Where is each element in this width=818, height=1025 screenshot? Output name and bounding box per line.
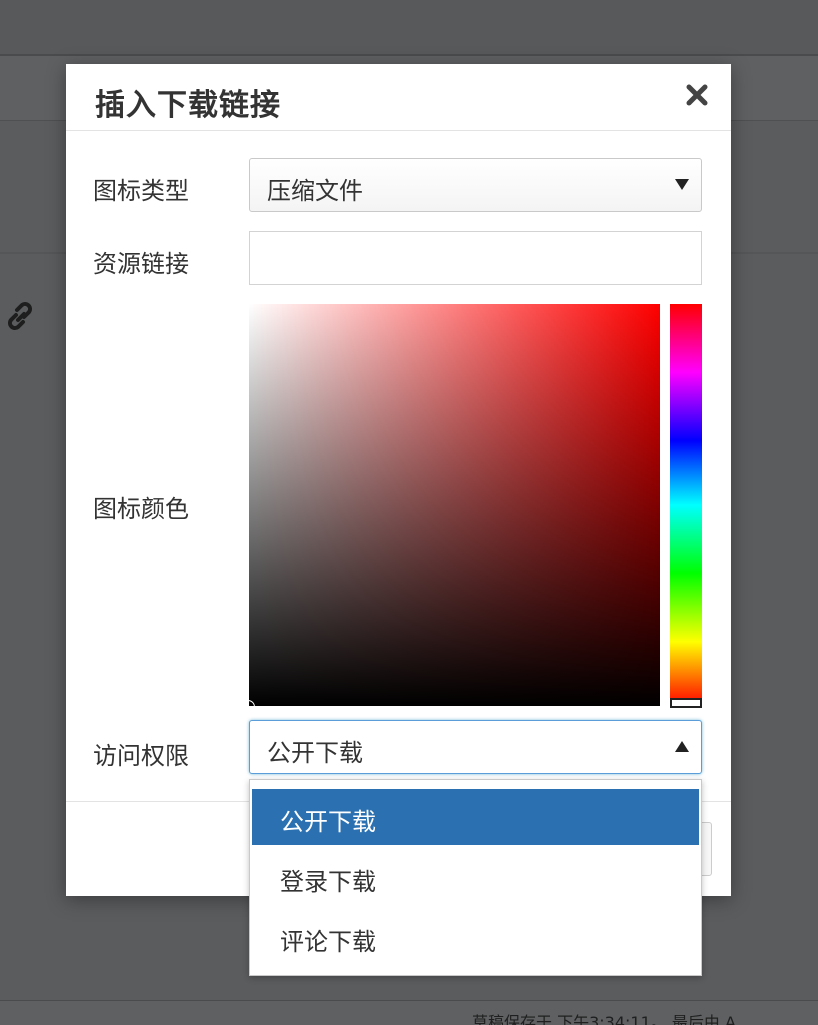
option-comment-download[interactable]: 评论下载 bbox=[252, 909, 699, 965]
dialog-title: 插入下载链接 bbox=[95, 88, 281, 123]
icon-type-select[interactable]: 压缩文件 bbox=[249, 158, 702, 212]
chevron-down-icon bbox=[675, 179, 689, 190]
icon-type-value: 压缩文件 bbox=[267, 177, 363, 205]
color-picker-handle[interactable] bbox=[241, 700, 255, 714]
color-saturation-value-picker[interactable] bbox=[241, 304, 660, 714]
insert-download-link-dialog: 插入下载链接 图标类型 压缩文件 资源链接 图标颜色 访问权限 公开下载 bbox=[66, 64, 731, 896]
hue-slider-handle[interactable] bbox=[670, 698, 702, 708]
option-login-download[interactable]: 登录下载 bbox=[252, 849, 699, 905]
icon-color-label: 图标颜色 bbox=[93, 495, 189, 523]
option-public-download[interactable]: 公开下载 bbox=[252, 789, 699, 845]
background-status-bar: 草稿保存于 下午3:34:11。 最后由 A bbox=[0, 1000, 818, 1025]
resource-link-label: 资源链接 bbox=[93, 250, 189, 278]
close-icon[interactable] bbox=[680, 78, 714, 112]
resource-link-input[interactable] bbox=[249, 231, 702, 285]
access-permission-select[interactable]: 公开下载 bbox=[249, 720, 702, 774]
link-icon bbox=[2, 298, 38, 334]
access-permission-value: 公开下载 bbox=[267, 739, 363, 767]
color-hue-slider[interactable] bbox=[670, 304, 702, 708]
access-permission-label: 访问权限 bbox=[93, 742, 189, 770]
chevron-up-icon bbox=[675, 741, 689, 752]
dialog-header: 插入下载链接 bbox=[66, 64, 731, 131]
access-permission-dropdown: 公开下载 登录下载 评论下载 bbox=[249, 779, 702, 976]
background-top-bar bbox=[0, 0, 818, 56]
icon-type-label: 图标类型 bbox=[93, 177, 189, 205]
autosave-status: 草稿保存于 下午3:34:11。 最后由 A bbox=[472, 1013, 736, 1025]
